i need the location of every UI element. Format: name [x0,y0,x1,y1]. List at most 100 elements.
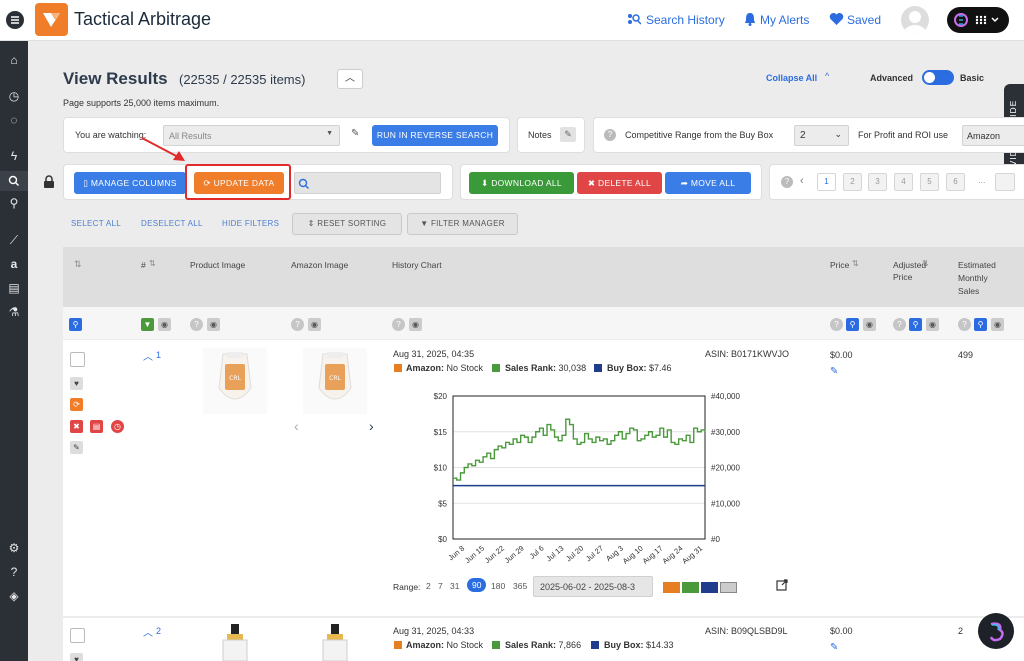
my-alerts-link[interactable]: My Alerts [760,13,809,27]
sales-rank-color-swatch[interactable] [682,582,699,593]
adjusted-help-icon[interactable]: ? [893,318,906,331]
mode-toggle[interactable] [922,70,954,85]
delete-all-button[interactable]: ✖ DELETE ALL [577,172,662,194]
adjusted-eye-icon[interactable]: ◉ [926,318,939,331]
lightning-icon[interactable]: ϟ [7,149,21,163]
saved-link[interactable]: Saved [847,13,881,27]
extra-color-swatch[interactable] [720,582,737,593]
price-sort-icon[interactable]: ⇅ [852,259,859,268]
move-all-button[interactable]: ➦ MOVE ALL [665,172,751,194]
page-next[interactable] [995,173,1015,191]
profit-select[interactable]: Amazon [962,125,1024,146]
history-help-icon[interactable]: ? [392,318,405,331]
manage-columns-button[interactable]: ▯ MANAGE COLUMNS [74,172,186,194]
run-reverse-search-button[interactable]: RUN IN REVERSE SEARCH [372,125,498,146]
col-est-sales-1[interactable]: Estimated [958,259,996,271]
app-logo[interactable] [35,3,68,36]
page-2[interactable]: 2 [843,173,862,191]
help-icon[interactable]: ? [7,565,21,579]
amazon-icon[interactable]: a [7,257,21,271]
apps-menu-button[interactable] [947,7,1009,33]
chart-search-icon[interactable]: ⟋ [7,233,21,247]
filter-search-icon[interactable]: ⚲ [69,318,82,331]
heart-icon[interactable]: ♥ [70,377,83,390]
page-5[interactable]: 5 [920,173,939,191]
product-help-icon[interactable]: ? [190,318,203,331]
bell-icon[interactable] [744,12,756,26]
pagination-help-icon[interactable]: ? [781,176,793,188]
date-range-input[interactable]: 2025-06-02 - 2025-08-3 [533,576,653,597]
product-eye-icon[interactable]: ◉ [207,318,220,331]
book-icon[interactable]: ▤ [7,281,21,295]
filter-manager-button[interactable]: ▼ FILTER MANAGER [407,213,518,235]
row-checkbox[interactable] [70,628,85,643]
collapse-all-link[interactable]: Collapse All [766,73,817,83]
col-est-sales-3[interactable]: Sales [958,285,979,297]
competitive-help-icon[interactable]: ? [604,129,616,141]
adjusted-search-icon[interactable]: ⚲ [909,318,922,331]
actions-search-input[interactable] [294,172,441,194]
select-sort-icon[interactable]: ⇅ [74,259,82,270]
price-edit-icon[interactable]: ✎ [830,366,838,377]
home-icon[interactable]: ⌂ [7,53,21,67]
page-6[interactable]: 6 [946,173,965,191]
col-price[interactable]: Price [830,259,849,271]
settings-icon[interactable]: ⚙ [7,541,21,555]
collapse-header-button[interactable]: ︿ [337,69,363,89]
sales-help-icon[interactable]: ? [958,318,971,331]
reset-sorting-button[interactable]: ⇕ RESET SORTING [292,213,402,235]
prev-page-icon[interactable]: ‹ [800,175,804,187]
page-4[interactable]: 4 [894,173,913,191]
chevron-up-icon[interactable]: ^ [825,71,829,81]
avatar[interactable] [901,6,929,34]
price-edit-icon[interactable]: ✎ [830,642,838,653]
price-help-icon[interactable]: ? [830,318,843,331]
filter-eye-icon[interactable]: ◉ [158,318,171,331]
search-history-link[interactable]: Search History [646,13,725,27]
notes-edit-icon[interactable]: ✎ [560,127,576,142]
delete-icon[interactable]: ✖ [70,420,83,433]
amazon-eye-icon[interactable]: ◉ [308,318,321,331]
num-sort-icon[interactable]: ⇅ [149,259,156,268]
history-eye-icon[interactable]: ◉ [409,318,422,331]
history-icon[interactable]: ◷ [7,89,21,103]
competitive-select[interactable]: 2 ⌄ [794,125,849,146]
range-option-31[interactable]: 31 [450,581,459,591]
page-3[interactable]: 3 [868,173,887,191]
flask-icon[interactable]: ⚗ [7,305,21,319]
filter-funnel-icon[interactable]: ▼ [141,318,154,331]
support-chat-button[interactable] [978,613,1014,649]
image-next-icon[interactable]: › [369,418,374,434]
clock-icon[interactable]: ◷ [111,420,124,433]
heart-icon[interactable]: ♥ [70,653,83,661]
sales-search-icon[interactable]: ⚲ [974,318,987,331]
expand-chevron-icon[interactable]: ︿ [143,348,153,363]
image-prev-icon[interactable]: ‹ [294,418,299,434]
range-option-7[interactable]: 7 [438,581,443,591]
row-checkbox[interactable] [70,352,85,367]
page-more[interactable]: ... [978,175,986,185]
pencil-icon[interactable]: ✎ [351,128,359,139]
search-history-icon[interactable] [627,13,642,27]
tag-icon[interactable]: ◈ [7,589,21,603]
col-num[interactable]: # [141,259,146,271]
price-search-icon[interactable]: ⚲ [846,318,859,331]
heart-icon[interactable] [829,12,844,26]
hide-filters-link[interactable]: HIDE FILTERS [222,219,279,228]
product-image[interactable] [203,624,267,661]
history-chart[interactable]: $20 #40,000 $15 #30,000 $10 #20,000 $5 #10,000 $… [411,384,761,574]
range-option-180[interactable]: 180 [491,581,505,591]
search-plus-icon[interactable]: ⚲ [7,196,21,210]
chat-icon[interactable]: ◌ [7,113,21,127]
open-external-icon[interactable] [776,579,788,591]
price-eye-icon[interactable]: ◉ [863,318,876,331]
menu-icon[interactable] [6,11,24,29]
buy-box-color-swatch[interactable] [701,582,718,593]
range-option-2[interactable]: 2 [426,581,431,591]
refresh-icon[interactable]: ⟳ [70,398,83,411]
expand-chevron-icon[interactable]: ︿ [143,624,153,639]
adjusted-sort-icon[interactable]: ⇅ [922,259,929,268]
range-option-90[interactable]: 90 [467,578,487,592]
select-all-link[interactable]: SELECT ALL [71,219,121,228]
sales-eye-icon[interactable]: ◉ [991,318,1004,331]
